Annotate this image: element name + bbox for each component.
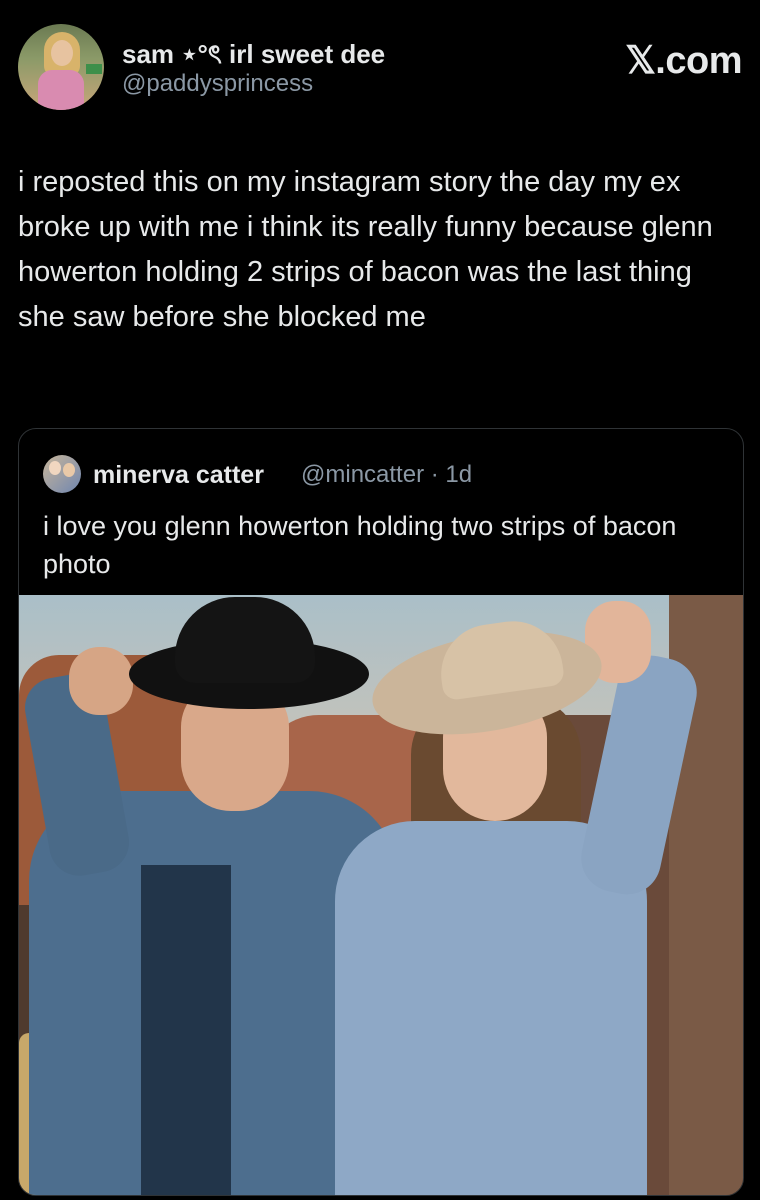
man-shirt: [141, 865, 231, 1195]
quoted-author-name[interactable]: minerva catter: [93, 461, 264, 490]
avatar-body: [38, 70, 84, 110]
avatar-person-left: [49, 461, 61, 475]
quoted-author-avatar[interactable]: [43, 455, 81, 493]
avatar-person-right: [63, 463, 75, 477]
author-avatar[interactable]: [18, 24, 104, 110]
author-handle[interactable]: @paddysprincess: [122, 70, 313, 98]
quoted-tweet-text: i love you glenn howerton holding two st…: [43, 511, 677, 579]
tweet-text: i reposted this on my instagram story th…: [18, 166, 721, 333]
quoted-author-handle-time[interactable]: @mincatter · 1d: [301, 461, 472, 489]
quoted-tweet-photo[interactable]: [19, 595, 743, 1195]
site-label: 𝕏.com: [625, 40, 742, 82]
quoted-tweet-card[interactable]: minerva catter @mincatter · 1d i love yo…: [18, 428, 744, 1196]
man-hand: [69, 647, 133, 715]
avatar-sign: [86, 64, 102, 74]
tweet-header: sam ⋆°ৎ irl sweet dee @paddysprincess 𝕏.…: [18, 24, 742, 114]
avatar-face: [51, 40, 73, 66]
